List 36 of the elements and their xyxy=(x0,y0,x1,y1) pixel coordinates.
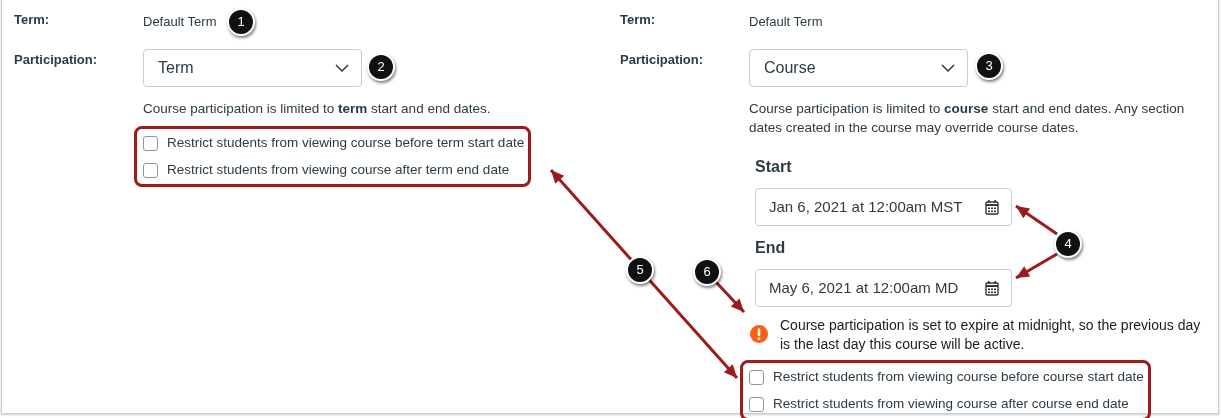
chevron-down-icon xyxy=(335,64,349,72)
date-label: Start xyxy=(755,157,792,177)
participation-select[interactable]: Course xyxy=(749,49,968,87)
checkbox-label[interactable]: Restrict students from viewing course before course start date xyxy=(773,367,1144,387)
date-field[interactable]: May 6, 2021 at 12:00am MD xyxy=(755,269,1012,307)
checkbox-label[interactable]: Restrict students from viewing course after term end date xyxy=(167,160,510,180)
callout-number: 4 xyxy=(1054,230,1082,258)
field-label: Term: xyxy=(14,11,50,29)
field-label: Participation: xyxy=(14,51,98,69)
checkbox[interactable] xyxy=(143,135,158,151)
participation-select[interactable]: Term xyxy=(143,49,362,87)
callout-number: 3 xyxy=(975,52,1003,80)
callout-number: 6 xyxy=(693,258,721,286)
date-label: End xyxy=(755,238,786,258)
checkbox[interactable] xyxy=(143,162,158,178)
field-label: Term: xyxy=(620,11,656,29)
participation-description: Course participation is limited to term start and end dates. xyxy=(143,100,491,118)
arrow xyxy=(1015,252,1058,280)
checkbox[interactable] xyxy=(749,396,764,412)
term-value: Default Term xyxy=(143,13,217,31)
checkbox[interactable] xyxy=(749,369,764,385)
chevron-down-icon xyxy=(941,64,955,72)
arrow xyxy=(1015,204,1058,236)
callout-number: 1 xyxy=(227,8,255,36)
checkbox-label[interactable]: Restrict students from viewing course after course end date xyxy=(773,394,1129,414)
field-label: Participation: xyxy=(620,51,704,69)
calendar-icon xyxy=(985,280,999,296)
participation-description: Course participation is limited to course start and end dates. Any section dates created in the course may override course dates. xyxy=(749,100,1186,137)
calendar-icon xyxy=(985,199,999,215)
warning-message: Course participation is set to expire at midnight, so the previous day is the last day this course will be active. xyxy=(780,316,1202,354)
callout-number: 2 xyxy=(367,53,395,81)
term-value: Default Term xyxy=(749,13,823,31)
checkbox-label[interactable]: Restrict students from viewing course before term start date xyxy=(167,133,525,153)
callout-number: 5 xyxy=(626,256,654,284)
date-field[interactable]: Jan 6, 2021 at 12:00am MST xyxy=(755,188,1012,226)
warning-icon xyxy=(750,325,768,343)
